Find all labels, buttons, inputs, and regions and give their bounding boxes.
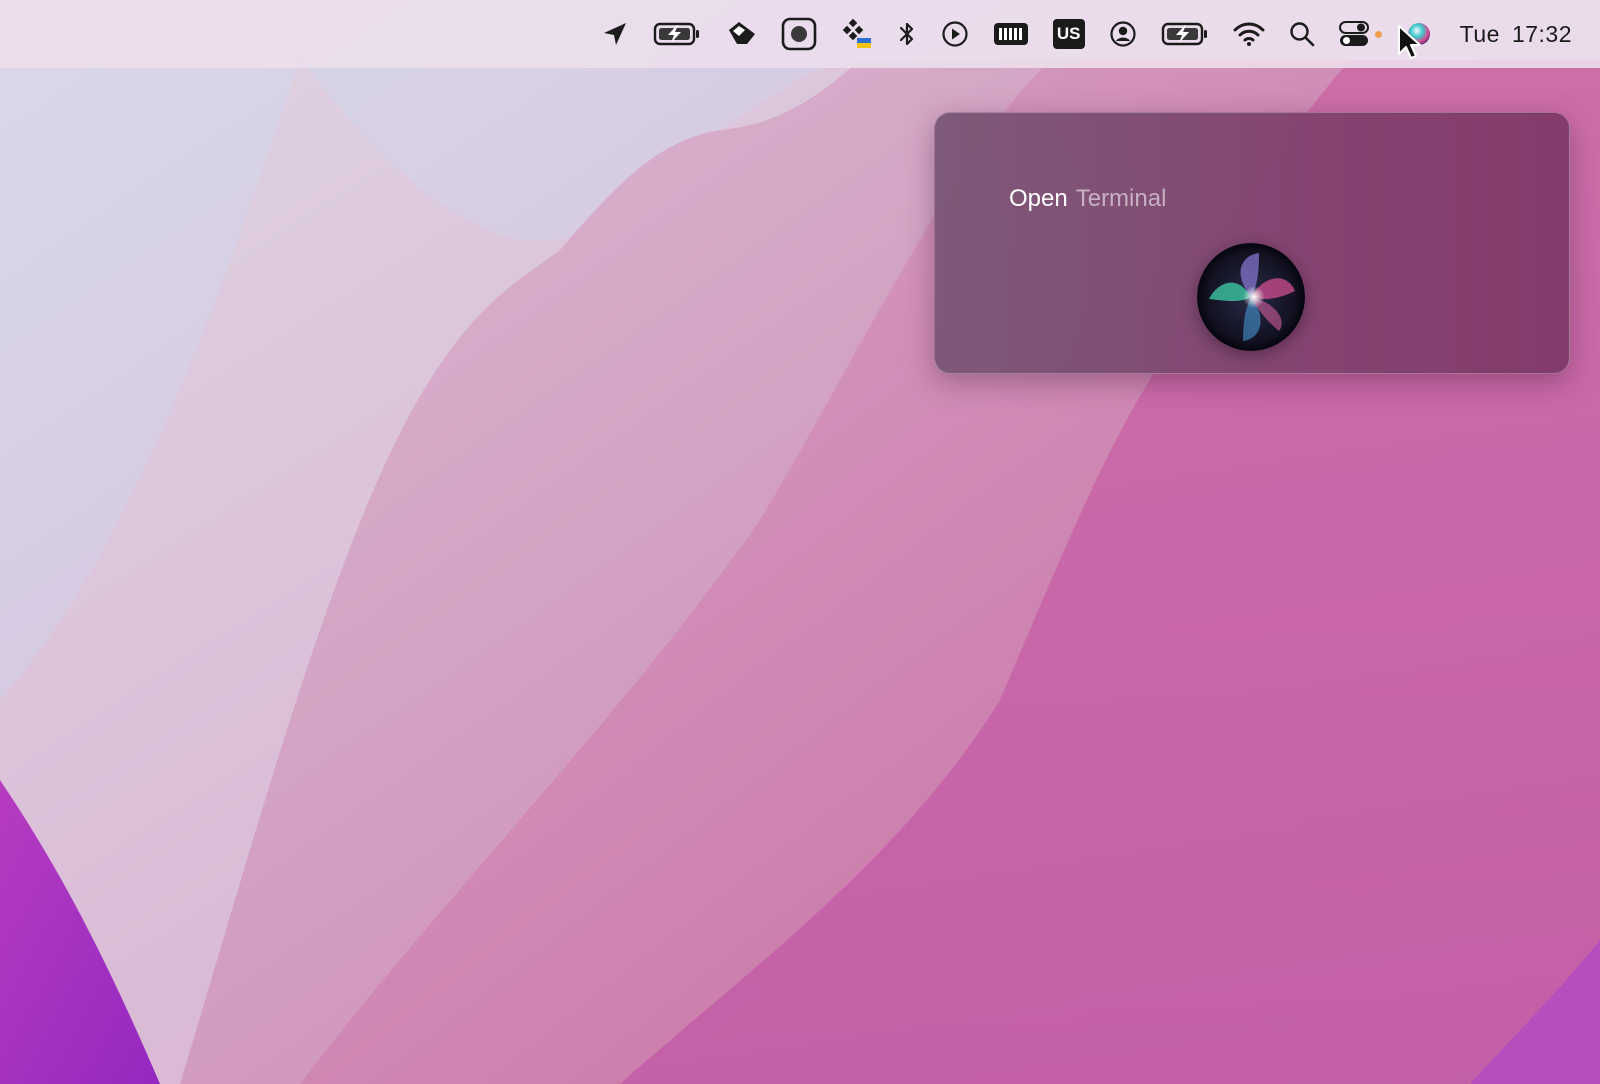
battery-charging-icon[interactable]	[653, 14, 701, 54]
screenshot-app-icon[interactable]	[781, 14, 817, 54]
menubar-clock[interactable]: Tue 17:32	[1460, 21, 1572, 48]
siri-query-text: Open Terminal	[1009, 185, 1166, 213]
battery-charging-icon-2[interactable]	[1161, 14, 1209, 54]
siri-query-object: Terminal	[1075, 185, 1167, 212]
eraser-app-icon[interactable]	[725, 14, 757, 54]
siri-query-verb: Open	[1009, 185, 1068, 212]
recording-indicator-dot	[1374, 30, 1382, 38]
play-circle-icon[interactable]	[941, 14, 969, 54]
diamond-grid-app-icon[interactable]	[841, 14, 873, 54]
location-arrow-icon[interactable]	[601, 14, 629, 54]
spotlight-search-icon[interactable]	[1289, 14, 1315, 54]
user-account-icon[interactable]	[1109, 14, 1137, 54]
menu-bar: US Tue 17:32	[0, 0, 1600, 68]
clock-time: 17:32	[1511, 20, 1572, 47]
mouse-pointer-icon	[1397, 24, 1421, 60]
clock-day: Tue	[1459, 20, 1500, 47]
siri-orb-icon[interactable]	[1197, 243, 1305, 351]
wifi-icon[interactable]	[1233, 14, 1265, 54]
input-source-icon[interactable]: US	[1052, 14, 1085, 54]
control-center-icon[interactable]	[1338, 14, 1382, 54]
siri-panel[interactable]: Open Terminal	[934, 112, 1570, 374]
bluetooth-icon[interactable]	[897, 14, 917, 54]
input-source-label: US	[1056, 24, 1081, 43]
memory-meter-icon[interactable]	[993, 14, 1029, 54]
